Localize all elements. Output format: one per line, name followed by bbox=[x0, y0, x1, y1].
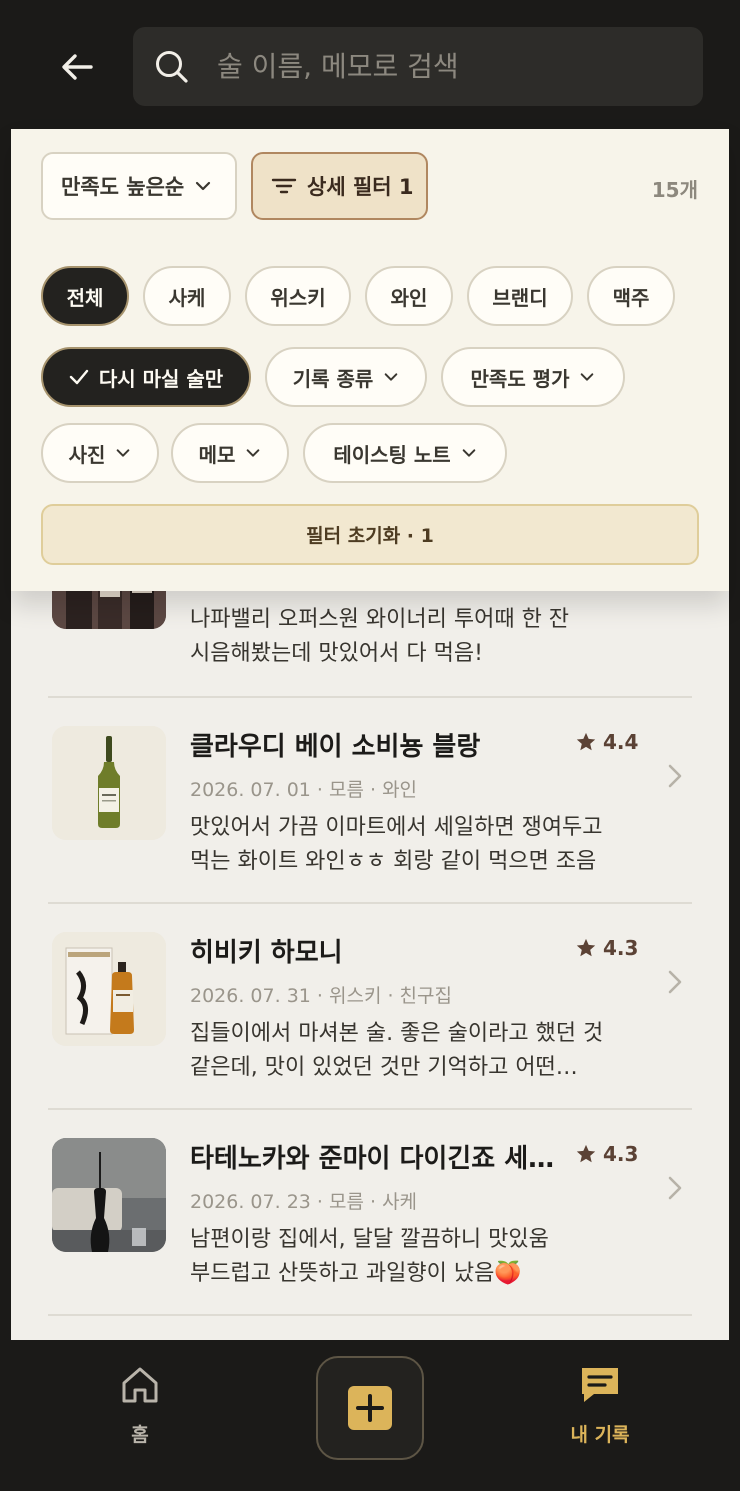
chip-photo[interactable]: 사진 bbox=[41, 423, 159, 483]
search-bar[interactable] bbox=[133, 27, 703, 106]
chevron-down-icon bbox=[117, 449, 130, 457]
record-meta: 2026. 07. 31 · 위스키 · 친구집 bbox=[190, 985, 452, 1007]
chevron-down-icon bbox=[462, 449, 475, 457]
record-title: 히비키 하모니 bbox=[190, 938, 343, 968]
chip-record-type[interactable]: 기록 종류 bbox=[265, 347, 427, 407]
record-photo bbox=[52, 1138, 166, 1252]
divider bbox=[48, 696, 692, 698]
divider bbox=[48, 1314, 692, 1316]
record-rating: 4.3 bbox=[575, 1142, 638, 1166]
record-title: 클라우디 베이 소비뇽 블랑 bbox=[190, 732, 481, 762]
plus-square-icon bbox=[348, 1386, 392, 1430]
chat-bubble-icon bbox=[582, 1368, 618, 1402]
home-icon bbox=[122, 1367, 158, 1403]
chevron-down-icon bbox=[247, 449, 260, 457]
sort-label: 만족도 높은순 bbox=[61, 175, 185, 199]
filter-panel: 만족도 높은순 상세 필터 1 15개 전체 사케 위스키 와인 브랜디 맥주 … bbox=[11, 129, 729, 591]
top-bar bbox=[0, 0, 740, 129]
app-screen: 나파밸리 오퍼스원 와이너리 투어때 한 잔 시음해봤는데 맛있어서 다 먹음!… bbox=[0, 0, 740, 1491]
record-rating: 4.4 bbox=[575, 730, 638, 754]
add-record-button[interactable] bbox=[316, 1356, 424, 1460]
divider bbox=[48, 1108, 692, 1110]
record-title: 타테노카와 준마이 다이긴죠 세… bbox=[190, 1144, 555, 1174]
record-photo bbox=[52, 726, 166, 840]
record-memo: 맛있어서 가끔 이마트에서 세일하면 쟁여두고 먹는 화이트 와인ㅎㅎ 회랑 같… bbox=[190, 815, 603, 874]
nav-my-records[interactable]: 내 기록 bbox=[556, 1364, 644, 1454]
chip-category-all[interactable]: 전체 bbox=[41, 266, 129, 326]
star-icon bbox=[576, 938, 596, 957]
chip-rating[interactable]: 만족도 평가 bbox=[441, 347, 625, 407]
chip-tasting-note[interactable]: 테이스팅 노트 bbox=[303, 423, 507, 483]
nav-home-label: 홈 bbox=[131, 1424, 149, 1446]
record-item[interactable]: 클라우디 베이 소비뇽 블랑 4.4 2026. 07. 01 · 모름 · 와… bbox=[48, 726, 692, 906]
record-rating: 4.3 bbox=[575, 936, 638, 960]
chip-category-wine[interactable]: 와인 bbox=[365, 266, 453, 326]
nav-home[interactable]: 홈 bbox=[100, 1364, 180, 1454]
chevron-right-icon bbox=[668, 764, 682, 788]
filter-lines-icon bbox=[271, 178, 297, 194]
search-input[interactable] bbox=[217, 27, 687, 106]
check-icon bbox=[69, 369, 89, 385]
chip-category-whisky[interactable]: 위스키 bbox=[245, 266, 351, 326]
result-count: 15개 bbox=[651, 178, 698, 202]
chip-category-brandy[interactable]: 브랜디 bbox=[467, 266, 573, 326]
rating-value: 4.4 bbox=[603, 730, 639, 754]
chip-memo[interactable]: 메모 bbox=[171, 423, 289, 483]
chip-repurchase[interactable]: 다시 마실 술만 bbox=[41, 347, 251, 407]
chevron-down-icon bbox=[196, 181, 211, 191]
record-item[interactable]: 타테노카와 준마이 다이긴죠 세… 4.3 2026. 07. 23 · 모름 … bbox=[48, 1138, 692, 1318]
record-memo: 집들이에서 마셔본 술. 좋은 술이라고 했던 것 같은데, 맛이 있었던 것만… bbox=[190, 1021, 604, 1080]
record-meta: 2026. 07. 23 · 모름 · 사케 bbox=[190, 1191, 418, 1213]
rating-value: 4.3 bbox=[603, 1142, 639, 1166]
divider bbox=[48, 902, 692, 904]
record-photo bbox=[52, 932, 166, 1046]
chevron-down-icon bbox=[384, 373, 398, 381]
detail-filter-label: 상세 필터 1 bbox=[307, 175, 414, 199]
star-icon bbox=[576, 732, 596, 751]
chip-category-beer[interactable]: 맥주 bbox=[587, 266, 675, 326]
chip-category-sake[interactable]: 사케 bbox=[143, 266, 231, 326]
bottom-nav: 홈 내 기록 bbox=[0, 1340, 740, 1491]
sort-dropdown[interactable]: 만족도 높은순 bbox=[41, 152, 237, 220]
detail-filter-button[interactable]: 상세 필터 1 bbox=[251, 152, 428, 220]
search-icon bbox=[156, 51, 188, 83]
chevron-down-icon bbox=[581, 373, 594, 381]
chevron-right-icon bbox=[668, 970, 682, 994]
star-icon bbox=[576, 1144, 596, 1163]
record-item[interactable]: 히비키 하모니 4.3 2026. 07. 31 · 위스키 · 친구집 집들이… bbox=[48, 932, 692, 1112]
record-memo: 남편이랑 집에서, 달달 깔끔하니 맛있움 부드럽고 산뜻하고 과일향이 났음🍑 bbox=[190, 1227, 549, 1286]
record-memo: 나파밸리 오퍼스원 와이너리 투어때 한 잔 시음해봤는데 맛있어서 다 먹음! bbox=[190, 607, 570, 666]
back-button[interactable] bbox=[52, 42, 102, 92]
chevron-right-icon bbox=[668, 1176, 682, 1200]
rating-value: 4.3 bbox=[603, 936, 639, 960]
record-meta: 2026. 07. 01 · 모름 · 와인 bbox=[190, 779, 418, 801]
nav-my-records-label: 내 기록 bbox=[570, 1424, 630, 1446]
back-arrow-icon bbox=[62, 54, 93, 80]
reset-filter-button[interactable]: 필터 초기화 · 1 bbox=[41, 504, 699, 565]
